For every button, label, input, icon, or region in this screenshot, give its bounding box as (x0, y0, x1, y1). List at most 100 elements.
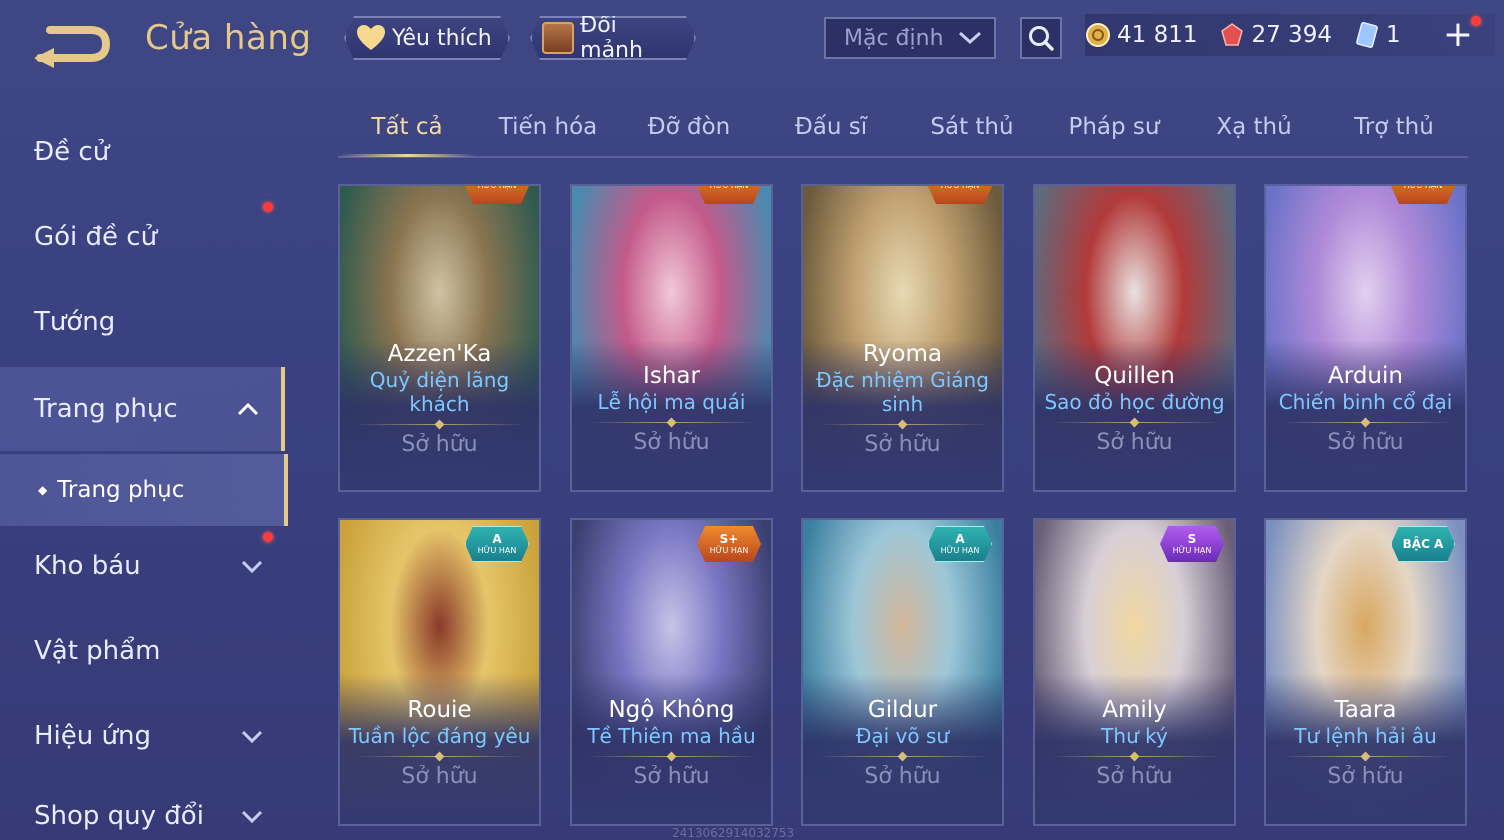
tab-tank[interactable]: Đỡ đòn (628, 114, 750, 140)
top-bar: Cửa hàng Yêu thích Đổi mảnh Mặc định 41 … (0, 0, 1504, 90)
rarity-badge: BẬC A (1391, 526, 1455, 562)
card-divider (817, 752, 988, 762)
heart-icon (356, 24, 386, 52)
owned-status: Sở hữu (401, 432, 478, 457)
tab-evolution[interactable]: Tiến hóa (483, 114, 613, 140)
gem-amount: 27 394 (1251, 22, 1332, 48)
hero-name: Arduin (1328, 363, 1403, 389)
watermark-text: 2413062914032753 (672, 826, 795, 840)
card-info: Arduin Chiến binh cổ đại Sở hữu (1266, 362, 1465, 490)
skin-card[interactable]: HỮU HẠN Arduin Chiến binh cổ đại Sở hữu (1264, 184, 1467, 492)
category-tabs: Tất cả Tiến hóa Đỡ đòn Đấu sĩ Sát thủ Ph… (338, 104, 1468, 158)
owned-status: Sở hữu (633, 764, 710, 789)
bullet-diamond-icon: ◆ (38, 483, 48, 497)
sidebar: Đề cử Gói đề cử Tướng Trang phục ◆ Trang… (0, 100, 290, 840)
card-info: Azzen'Ka Quỷ diện lãng khách Sở hữu (340, 340, 539, 490)
sidebar-item-label: Gói đề cử (34, 222, 158, 252)
owned-status: Sở hữu (1096, 430, 1173, 455)
card-info: Rouie Tuần lộc đáng yêu Sở hữu (340, 696, 539, 824)
gold-currency: 41 811 (1085, 22, 1197, 48)
search-icon (1029, 26, 1054, 51)
page-title: Cửa hàng (145, 18, 312, 58)
currency-bar: 41 811 27 394 1 + (1085, 14, 1495, 56)
tab-fighter[interactable]: Đấu sĩ (768, 114, 894, 140)
skin-name: Sao đỏ học đường (1044, 390, 1225, 414)
skin-name: Quỷ diện lãng khách (369, 368, 510, 416)
voucher-card-icon (1356, 22, 1378, 48)
exchange-fragment-button[interactable]: Đổi mảnh (530, 16, 696, 60)
tab-assassin[interactable]: Sát thủ (908, 114, 1036, 140)
skin-name: Tề Thiên ma hầu (587, 724, 756, 748)
skin-card[interactable]: A HỮU HẠN Rouie Tuần lộc đáng yêu Sở hữu (338, 518, 541, 826)
owned-status: Sở hữu (633, 430, 710, 455)
back-button[interactable] (30, 14, 120, 70)
tab-all[interactable]: Tất cả (338, 114, 476, 140)
owned-status: Sở hữu (864, 432, 941, 457)
skin-card[interactable]: HỮU HẠN Ryoma Đặc nhiệm Giáng sinh Sở hữu (801, 184, 1004, 492)
card-divider (586, 418, 757, 428)
card-divider (1049, 752, 1220, 762)
voucher-currency: 1 (1354, 22, 1401, 48)
chevron-down-icon (241, 730, 263, 743)
rarity-badge: HỮU HẠN (1391, 184, 1455, 204)
skin-card[interactable]: S+ HỮU HẠN Ngộ Không Tề Thiên ma hầu Sở hữu (570, 518, 773, 826)
rarity-badge: A HỮU HẠN (928, 526, 992, 562)
notification-dot (1471, 16, 1481, 26)
gem-currency: 27 394 (1219, 22, 1332, 48)
treasure-chest-icon (542, 22, 574, 54)
sort-dropdown[interactable]: Mặc định (824, 17, 996, 59)
sidebar-item-items[interactable]: Vật phẩm (0, 611, 285, 691)
card-divider (1049, 418, 1220, 428)
gold-coin-icon (1086, 23, 1110, 47)
sidebar-item-bundles[interactable]: Gói đề cử (0, 197, 285, 277)
skin-card[interactable]: HỮU HẠN Azzen'Ka Quỷ diện lãng khách Sở hữu (338, 184, 541, 492)
card-divider (354, 752, 525, 762)
sidebar-subitem-skins[interactable]: ◆ Trang phục (0, 454, 288, 526)
sort-value: Mặc định (844, 25, 944, 51)
card-divider (1280, 752, 1451, 762)
red-gem-icon (1221, 23, 1244, 46)
hero-name: Taara (1334, 697, 1397, 723)
back-arrow-icon (34, 26, 111, 68)
sidebar-item-effects[interactable]: Hiệu ứng (0, 696, 285, 776)
sidebar-item-label: Trang phục (34, 394, 178, 424)
card-divider (1280, 418, 1451, 428)
badge-tier: S+ (719, 531, 739, 546)
voucher-amount: 1 (1385, 22, 1401, 48)
card-info: Ishar Lễ hội ma quái Sở hữu (572, 362, 771, 490)
favorite-button[interactable]: Yêu thích (344, 16, 510, 60)
badge-tier: A (955, 531, 965, 546)
chevron-down-icon (241, 560, 263, 573)
skin-name: Tuần lộc đáng yêu (348, 724, 531, 748)
badge-text: HỮU HẠN (940, 545, 980, 555)
sidebar-item-treasure[interactable]: Kho báu (0, 526, 285, 606)
skin-card[interactable]: HỮU HẠN Ishar Lễ hội ma quái Sở hữu (570, 184, 773, 492)
skin-card[interactable]: A HỮU HẠN Gildur Đại võ sư Sở hữu (801, 518, 1004, 826)
sidebar-item-skins[interactable]: Trang phục (0, 367, 285, 451)
sidebar-item-heroes[interactable]: Tướng (0, 282, 285, 362)
owned-status: Sở hữu (1096, 764, 1173, 789)
owned-status: Sở hữu (864, 764, 941, 789)
favorite-label: Yêu thích (392, 25, 492, 51)
hero-name: Ishar (643, 363, 700, 389)
sidebar-item-exchange-shop[interactable]: Shop quy đổi (0, 781, 285, 840)
skin-name: Chiến binh cổ đại (1278, 390, 1453, 414)
badge-text: HỮU HẠN (477, 184, 517, 190)
owned-status: Sở hữu (1327, 764, 1404, 789)
skin-card[interactable]: BẬC A Taara Tư lệnh hải âu Sở hữu (1264, 518, 1467, 826)
rarity-badge: HỮU HẠN (928, 184, 992, 204)
skin-card[interactable]: Quillen Sao đỏ học đường Sở hữu (1033, 184, 1236, 492)
add-currency-button[interactable]: + (1443, 17, 1473, 53)
sidebar-item-label: Kho báu (34, 551, 141, 581)
card-info: Taara Tư lệnh hải âu Sở hữu (1266, 696, 1465, 824)
tab-mage[interactable]: Pháp sư (1048, 114, 1180, 140)
badge-text: HỮU HẠN (940, 184, 980, 190)
card-info: Ryoma Đặc nhiệm Giáng sinh Sở hữu (803, 340, 1002, 490)
badge-tier: BẬC A (1402, 536, 1444, 551)
tab-support[interactable]: Trợ thủ (1328, 114, 1460, 140)
tab-marksman[interactable]: Xạ thủ (1188, 114, 1320, 140)
sidebar-item-recommended[interactable]: Đề cử (0, 112, 285, 192)
search-button[interactable] (1020, 17, 1062, 59)
badge-text: HỮU HẠN (709, 545, 749, 555)
skin-card[interactable]: S HỮU HẠN Amily Thư ký Sở hữu (1033, 518, 1236, 826)
